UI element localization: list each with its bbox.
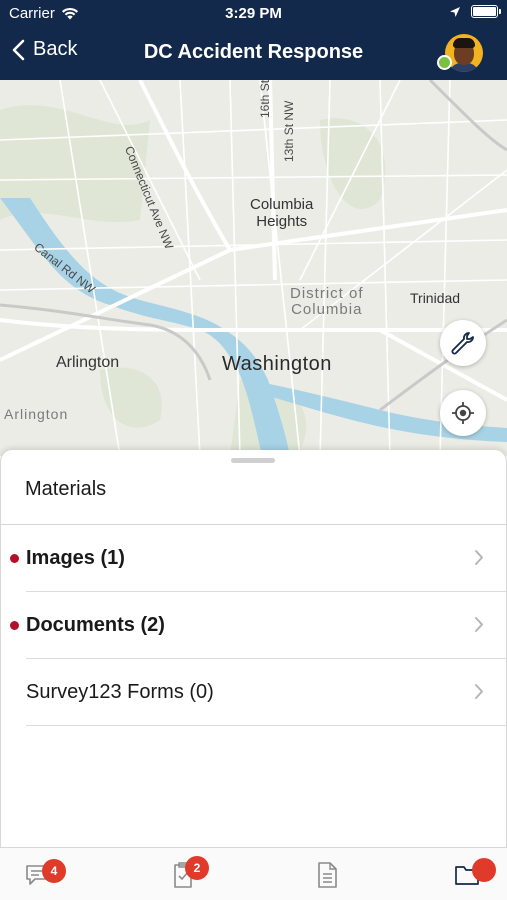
chevron-right-icon	[475, 617, 483, 632]
sheet-grabber[interactable]	[231, 458, 275, 463]
map-label-district-of-columbia: District of Columbia	[290, 285, 364, 318]
map-label-washington: Washington	[222, 353, 332, 375]
document-icon	[318, 862, 337, 888]
map-tools-button[interactable]	[440, 320, 486, 366]
nav-bar: Back DC Accident Response	[0, 28, 507, 80]
tab-chat[interactable]: 4	[22, 856, 66, 892]
presence-indicator	[437, 55, 452, 70]
materials-sheet: Materials Images (1) Documents (2) Surve…	[0, 450, 507, 847]
locate-icon	[452, 402, 474, 424]
map-label-16th-st: 16th St NW	[258, 80, 272, 118]
tab-tasks[interactable]: 2	[168, 856, 209, 892]
chevron-right-icon	[475, 550, 483, 565]
unread-indicator	[10, 621, 19, 630]
status-time: 3:29 PM	[225, 5, 282, 22]
map-label-trinidad: Trinidad	[410, 290, 461, 306]
unread-indicator	[10, 554, 19, 563]
materials-row-images[interactable]: Images (1)	[1, 525, 506, 592]
wrench-icon	[451, 332, 474, 355]
row-label: Images (1)	[26, 547, 125, 569]
map-label-columbia-heights: Columbia Heights	[250, 196, 314, 230]
row-label: Documents (2)	[26, 614, 165, 636]
chevron-right-icon	[475, 684, 483, 699]
tab-materials[interactable]	[452, 856, 496, 892]
map-label-arlington-north: Arlington	[56, 354, 120, 371]
row-label: Survey123 Forms (0)	[26, 681, 214, 703]
battery-icon	[471, 5, 501, 18]
tab-badge: 2	[185, 856, 209, 880]
status-bar: Carrier 3:29 PM	[0, 0, 507, 28]
materials-title: Materials	[25, 478, 107, 500]
materials-row-documents[interactable]: Documents (2)	[1, 592, 506, 659]
map-label-arlington-south: Arlington	[4, 406, 69, 422]
tab-bar: 4 2	[0, 847, 507, 900]
tab-badge	[472, 858, 496, 882]
materials-row-survey123[interactable]: Survey123 Forms (0)	[1, 659, 506, 726]
tab-forms[interactable]	[312, 856, 352, 892]
app-header: Carrier 3:29 PM Back DC Accident Respons…	[0, 0, 507, 80]
map-view[interactable]: Connecticut Ave NW 16th St NW 13th St NW…	[0, 80, 507, 456]
map-label-13th-st: 13th St NW	[282, 100, 296, 162]
location-arrow-icon	[450, 6, 460, 17]
locate-me-button[interactable]	[440, 390, 486, 436]
tab-badge: 4	[42, 859, 66, 883]
page-title: DC Accident Response	[143, 41, 364, 63]
